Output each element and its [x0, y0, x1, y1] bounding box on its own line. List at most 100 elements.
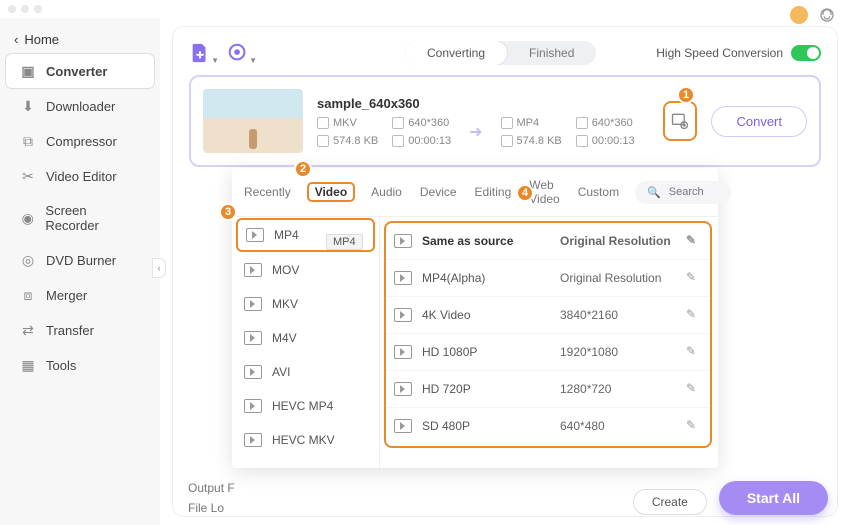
tab-device[interactable]: Device: [418, 183, 459, 201]
resolution-row[interactable]: SD 480P 640*480 ✎: [386, 408, 710, 444]
tab-custom[interactable]: Custom: [576, 183, 621, 201]
traffic-light-close[interactable]: [8, 5, 16, 13]
start-all-button[interactable]: Start All: [719, 481, 828, 515]
res-icon: [576, 117, 588, 129]
file-name: sample_640x360: [317, 96, 649, 111]
edit-icon[interactable]: ✎: [686, 344, 702, 360]
file-location-label: File Lo: [188, 501, 235, 515]
add-file-button[interactable]: ▼: [189, 42, 211, 64]
dst-container: MP4: [517, 117, 540, 129]
output-settings-button[interactable]: [663, 101, 697, 141]
container-icon: [501, 117, 513, 129]
callout-badge-1: 1: [677, 86, 695, 104]
tooltip-mp4: MP4: [326, 234, 363, 250]
tab-recently[interactable]: Recently: [242, 183, 293, 201]
sidebar: ‹ Home ▣ Converter ⬇ Downloader ⧉ Compre…: [0, 18, 160, 525]
sidebar-item-dvd-burner[interactable]: ◎ DVD Burner: [6, 243, 154, 277]
callout-badge-3: 3: [219, 203, 237, 221]
format-label: AVI: [272, 365, 290, 379]
sidebar-item-video-editor[interactable]: ✂ Video Editor: [6, 159, 154, 193]
sidebar-item-screen-recorder[interactable]: ◉ Screen Recorder: [6, 194, 154, 242]
res-name: Same as source: [422, 234, 550, 248]
play-icon: [244, 331, 262, 345]
sidebar-item-label: DVD Burner: [46, 253, 116, 268]
src-dur: 00:00:13: [408, 135, 451, 147]
format-label: MKV: [272, 297, 298, 311]
format-hevc-mp4[interactable]: HEVC MP4: [232, 389, 379, 423]
edit-icon[interactable]: ✎: [686, 307, 702, 323]
resolution-row[interactable]: HD 1080P 1920*1080 ✎: [386, 334, 710, 371]
video-thumbnail[interactable]: [203, 89, 303, 153]
chevron-down-icon: ▼: [211, 56, 219, 65]
tab-audio[interactable]: Audio: [369, 183, 404, 201]
downloader-icon: ⬇: [20, 98, 36, 114]
toolbar: ▼ ▼ Converting Finished High Speed Conve…: [189, 37, 821, 75]
home-link[interactable]: ‹ Home: [0, 26, 160, 53]
play-icon: [246, 228, 264, 242]
chevron-left-icon: ‹: [14, 32, 18, 47]
tab-finished[interactable]: Finished: [507, 41, 596, 65]
convert-button[interactable]: Convert: [711, 106, 807, 137]
sidebar-item-merger[interactable]: ⧈ Merger: [6, 278, 154, 312]
tab-editing[interactable]: Editing: [473, 183, 514, 201]
format-dropdown: Recently Video Audio Device Editing Web …: [232, 168, 718, 468]
dst-dur: 00:00:13: [592, 135, 635, 147]
edit-icon[interactable]: ✎: [686, 233, 702, 249]
callout-badge-2: 2: [294, 160, 312, 178]
play-icon: [244, 399, 262, 413]
format-mkv[interactable]: MKV: [232, 287, 379, 321]
edit-icon[interactable]: ✎: [686, 381, 702, 397]
sidebar-collapse-handle[interactable]: ‹: [152, 258, 166, 278]
format-label: HEVC MKV: [272, 433, 335, 447]
res-value: Original Resolution: [560, 234, 676, 248]
sidebar-item-label: Transfer: [46, 323, 94, 338]
search-box[interactable]: 🔍: [635, 181, 731, 204]
sidebar-item-label: Screen Recorder: [45, 203, 140, 233]
folder-icon: [501, 135, 513, 147]
callout-badge-4: 4: [516, 184, 534, 202]
res-icon: [392, 117, 404, 129]
sidebar-item-transfer[interactable]: ⇄ Transfer: [6, 313, 154, 347]
tab-video[interactable]: Video: [307, 182, 355, 202]
res-name: SD 480P: [422, 419, 550, 433]
home-label: Home: [24, 32, 59, 47]
traffic-light-min[interactable]: [21, 5, 29, 13]
converter-icon: ▣: [20, 63, 36, 79]
res-value: 1920*1080: [560, 345, 676, 359]
hsc-toggle[interactable]: [791, 45, 821, 61]
sidebar-item-tools[interactable]: ▦ Tools: [6, 348, 154, 382]
format-label: MP4: [274, 228, 299, 242]
resolution-row[interactable]: HD 720P 1280*720 ✎: [386, 371, 710, 408]
avatar[interactable]: [790, 6, 808, 24]
resolution-row[interactable]: Same as source Original Resolution ✎: [386, 223, 710, 260]
create-button[interactable]: Create: [633, 489, 707, 515]
transfer-icon: ⇄: [20, 322, 36, 338]
footer: Output F File Lo Create Start All: [188, 481, 828, 515]
edit-icon[interactable]: ✎: [686, 270, 702, 286]
play-icon: [244, 297, 262, 311]
add-dvd-button[interactable]: ▼: [227, 42, 249, 64]
traffic-light-max[interactable]: [34, 5, 42, 13]
resolution-row[interactable]: MP4(Alpha) Original Resolution ✎: [386, 260, 710, 297]
res-name: MP4(Alpha): [422, 271, 550, 285]
video-icon: [394, 308, 412, 322]
search-input[interactable]: [669, 186, 729, 198]
res-name: 4K Video: [422, 308, 550, 322]
video-icon: [394, 419, 412, 433]
video-icon: [394, 345, 412, 359]
format-hevc-mkv[interactable]: HEVC MKV: [232, 423, 379, 457]
format-avi[interactable]: AVI: [232, 355, 379, 389]
edit-icon[interactable]: ✎: [686, 418, 702, 434]
res-value: Original Resolution: [560, 271, 676, 285]
sidebar-item-compressor[interactable]: ⧉ Compressor: [6, 124, 154, 158]
format-mov[interactable]: MOV: [232, 253, 379, 287]
format-m4v[interactable]: M4V: [232, 321, 379, 355]
folder-icon: [317, 135, 329, 147]
resolution-list: Same as source Original Resolution ✎ MP4…: [380, 217, 718, 468]
support-icon[interactable]: [818, 6, 836, 24]
tab-converting[interactable]: Converting: [405, 41, 507, 65]
res-value: 640*480: [560, 419, 676, 433]
sidebar-item-downloader[interactable]: ⬇ Downloader: [6, 89, 154, 123]
sidebar-item-converter[interactable]: ▣ Converter: [6, 54, 154, 88]
resolution-row[interactable]: 4K Video 3840*2160 ✎: [386, 297, 710, 334]
